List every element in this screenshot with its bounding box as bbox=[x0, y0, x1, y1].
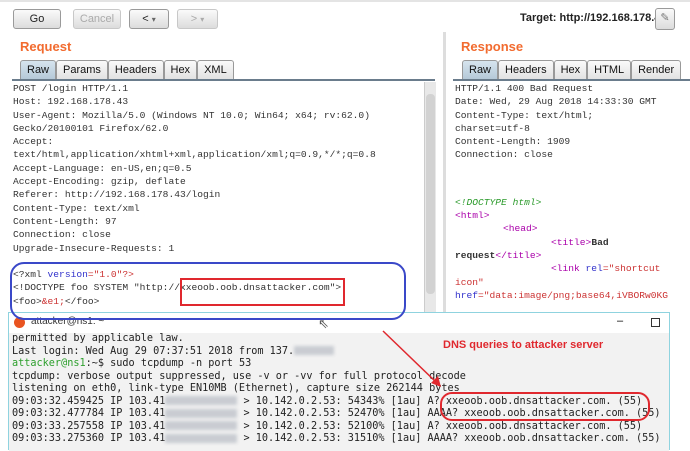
highlight-dns-queries bbox=[440, 392, 650, 421]
annotation-arrow bbox=[382, 330, 441, 387]
mouse-cursor-icon: ⇖ bbox=[318, 316, 329, 331]
